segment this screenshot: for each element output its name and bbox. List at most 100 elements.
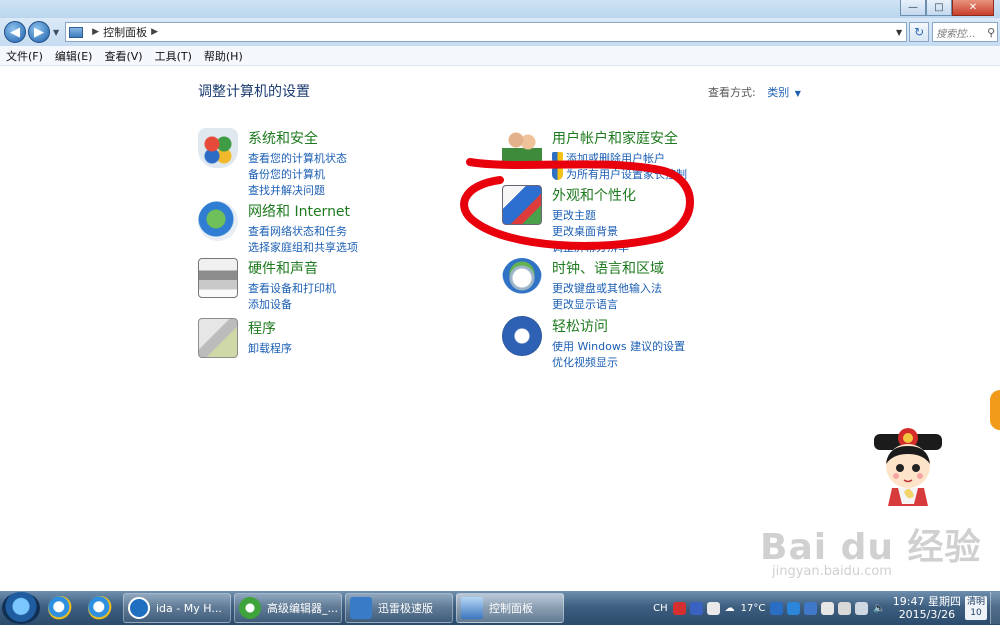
weather-label: 清明 xyxy=(966,597,985,607)
minimize-button[interactable]: — xyxy=(900,0,926,16)
k-app-icon xyxy=(128,597,150,619)
link-recommended-settings[interactable]: 使用 Windows 建议的设置 xyxy=(552,339,685,355)
navigation-bar: ◀ ▶ ▼ ▶ 控制面板 ▶ ▼ ↻ 搜索控... ⚲ xyxy=(0,18,1000,46)
editor-icon xyxy=(239,597,261,619)
link-view-computer-status[interactable]: 查看您的计算机状态 xyxy=(248,151,347,167)
temperature[interactable]: 17°C xyxy=(741,603,766,614)
side-float-button[interactable] xyxy=(990,390,1000,430)
link-uninstall-program[interactable]: 卸载程序 xyxy=(248,341,292,357)
mascot-sticker xyxy=(874,428,942,506)
tray-app-icon[interactable] xyxy=(787,601,801,615)
link-homegroup-sharing[interactable]: 选择家庭组和共享选项 xyxy=(248,240,358,256)
menu-file[interactable]: 文件(F) xyxy=(6,48,43,64)
link-screen-resolution[interactable]: 调整屏幕分辨率 xyxy=(552,240,636,256)
system-security-icon[interactable] xyxy=(198,128,238,168)
action-center-icon[interactable] xyxy=(838,601,852,615)
ie-pinned-icon[interactable] xyxy=(40,593,80,623)
link-troubleshoot[interactable]: 查找并解决问题 xyxy=(248,183,347,199)
category-title[interactable]: 程序 xyxy=(248,318,292,338)
link-optimize-video[interactable]: 优化视频显示 xyxy=(552,355,685,371)
link-change-keyboard[interactable]: 更改键盘或其他输入法 xyxy=(552,281,664,297)
menu-help[interactable]: 帮助(H) xyxy=(204,48,243,64)
forward-button[interactable]: ▶ xyxy=(28,21,50,43)
breadcrumb-chevron-icon[interactable]: ▶ xyxy=(92,27,99,37)
link-change-theme[interactable]: 更改主题 xyxy=(552,208,636,224)
uac-shield-icon xyxy=(552,168,563,180)
category-title[interactable]: 轻松访问 xyxy=(552,316,685,336)
clock[interactable]: 19:47 星期四 2015/3/26 xyxy=(893,595,961,621)
category-title[interactable]: 硬件和声音 xyxy=(248,258,336,278)
tray-cursor-icon[interactable] xyxy=(706,601,720,615)
help-icon[interactable] xyxy=(689,601,703,615)
clock-date: 2015/3/26 xyxy=(898,608,956,621)
ie-pinned-icon[interactable] xyxy=(80,593,120,623)
start-button[interactable] xyxy=(2,592,40,624)
system-tray: CH ☁ 17°C 🔈 19:47 星期四 2015/3/26 清明 10 xyxy=(650,592,1000,624)
link-add-remove-users[interactable]: 添加或删除用户帐户 xyxy=(552,151,687,167)
view-by-dropdown[interactable]: 类别 xyxy=(767,86,789,99)
maximize-button[interactable]: □ xyxy=(926,0,952,16)
category-title[interactable]: 外观和个性化 xyxy=(552,185,636,205)
clock-region-icon[interactable] xyxy=(502,258,542,298)
search-icon[interactable]: ⚲ xyxy=(987,26,995,39)
address-dropdown-icon[interactable]: ▼ xyxy=(896,28,902,37)
volume-icon[interactable]: 🔈 xyxy=(873,603,885,614)
cloud-icon[interactable]: ☁ xyxy=(725,603,735,614)
category-user-accounts: 用户帐户和家庭安全 添加或删除用户帐户 为所有用户设置家长控制 xyxy=(502,128,687,183)
network-icon[interactable] xyxy=(198,201,238,241)
view-by: 查看方式: 类别 ▼ xyxy=(708,84,801,100)
category-programs: 程序 卸载程序 xyxy=(198,318,292,358)
category-title[interactable]: 网络和 Internet xyxy=(248,201,358,221)
page-title: 调整计算机的设置 xyxy=(198,84,310,100)
window-titlebar: — □ ✕ xyxy=(0,0,1000,18)
user-accounts-icon[interactable] xyxy=(502,128,542,168)
programs-icon[interactable] xyxy=(198,318,238,358)
menu-view[interactable]: 查看(V) xyxy=(104,48,142,64)
tray-app-icon[interactable] xyxy=(804,601,818,615)
network-status-icon[interactable] xyxy=(855,601,869,615)
search-input[interactable]: 搜索控... ⚲ xyxy=(932,22,999,42)
link-devices-printers[interactable]: 查看设备和打印机 xyxy=(248,281,336,297)
ime-indicator[interactable]: CH xyxy=(653,603,668,614)
recent-pages-dropdown-icon[interactable]: ▼ xyxy=(53,28,59,37)
control-panel-icon xyxy=(461,597,483,619)
breadcrumb-chevron-icon[interactable]: ▶ xyxy=(151,27,158,37)
address-bar[interactable]: ▶ 控制面板 ▶ ▼ xyxy=(65,22,908,42)
taskbar-item-label: 控制面板 xyxy=(489,602,533,615)
category-ease-of-access: 轻松访问 使用 Windows 建议的设置 优化视频显示 xyxy=(502,316,685,371)
taskbar-item-active[interactable]: 控制面板 xyxy=(456,593,564,623)
tray-app-icon[interactable] xyxy=(821,601,835,615)
ease-of-access-icon[interactable] xyxy=(502,316,542,356)
taskbar-item[interactable]: 迅雷极速版 xyxy=(345,593,453,623)
watermark-main: Bai du 经验 xyxy=(760,527,982,568)
taskbar-item[interactable]: ida - My H... xyxy=(123,593,231,623)
taskbar-item[interactable]: 高级编辑器_... xyxy=(234,593,342,623)
category-title[interactable]: 用户帐户和家庭安全 xyxy=(552,128,687,148)
link-change-background[interactable]: 更改桌面背景 xyxy=(552,224,636,240)
close-button[interactable]: ✕ xyxy=(952,0,994,16)
refresh-icon: ↻ xyxy=(914,25,925,39)
back-button[interactable]: ◀ xyxy=(4,21,26,43)
link-change-display-language[interactable]: 更改显示语言 xyxy=(552,297,664,313)
tray-app-icon[interactable] xyxy=(770,601,784,615)
category-hardware-sound: 硬件和声音 查看设备和打印机 添加设备 xyxy=(198,258,336,313)
weather-num: 10 xyxy=(970,608,982,618)
weather-badge[interactable]: 清明 10 xyxy=(965,596,987,620)
chevron-down-icon[interactable]: ▼ xyxy=(795,89,801,98)
refresh-button[interactable]: ↻ xyxy=(909,22,930,42)
link-add-device[interactable]: 添加设备 xyxy=(248,297,336,313)
link-view-network-status[interactable]: 查看网络状态和任务 xyxy=(248,224,358,240)
link-parental-controls[interactable]: 为所有用户设置家长控制 xyxy=(552,167,687,183)
search-placeholder: 搜索控... xyxy=(936,28,976,40)
sogou-icon[interactable] xyxy=(672,601,686,615)
hardware-sound-icon[interactable] xyxy=(198,258,238,298)
menu-edit[interactable]: 编辑(E) xyxy=(55,48,93,64)
show-desktop-button[interactable] xyxy=(990,592,1000,624)
breadcrumb-control-panel[interactable]: 控制面板 xyxy=(103,24,147,40)
category-title[interactable]: 时钟、语言和区域 xyxy=(552,258,664,278)
menu-tools[interactable]: 工具(T) xyxy=(155,48,192,64)
link-backup-computer[interactable]: 备份您的计算机 xyxy=(248,167,347,183)
appearance-icon[interactable] xyxy=(502,185,542,225)
xunlei-icon xyxy=(350,597,372,619)
category-title[interactable]: 系统和安全 xyxy=(248,128,347,148)
